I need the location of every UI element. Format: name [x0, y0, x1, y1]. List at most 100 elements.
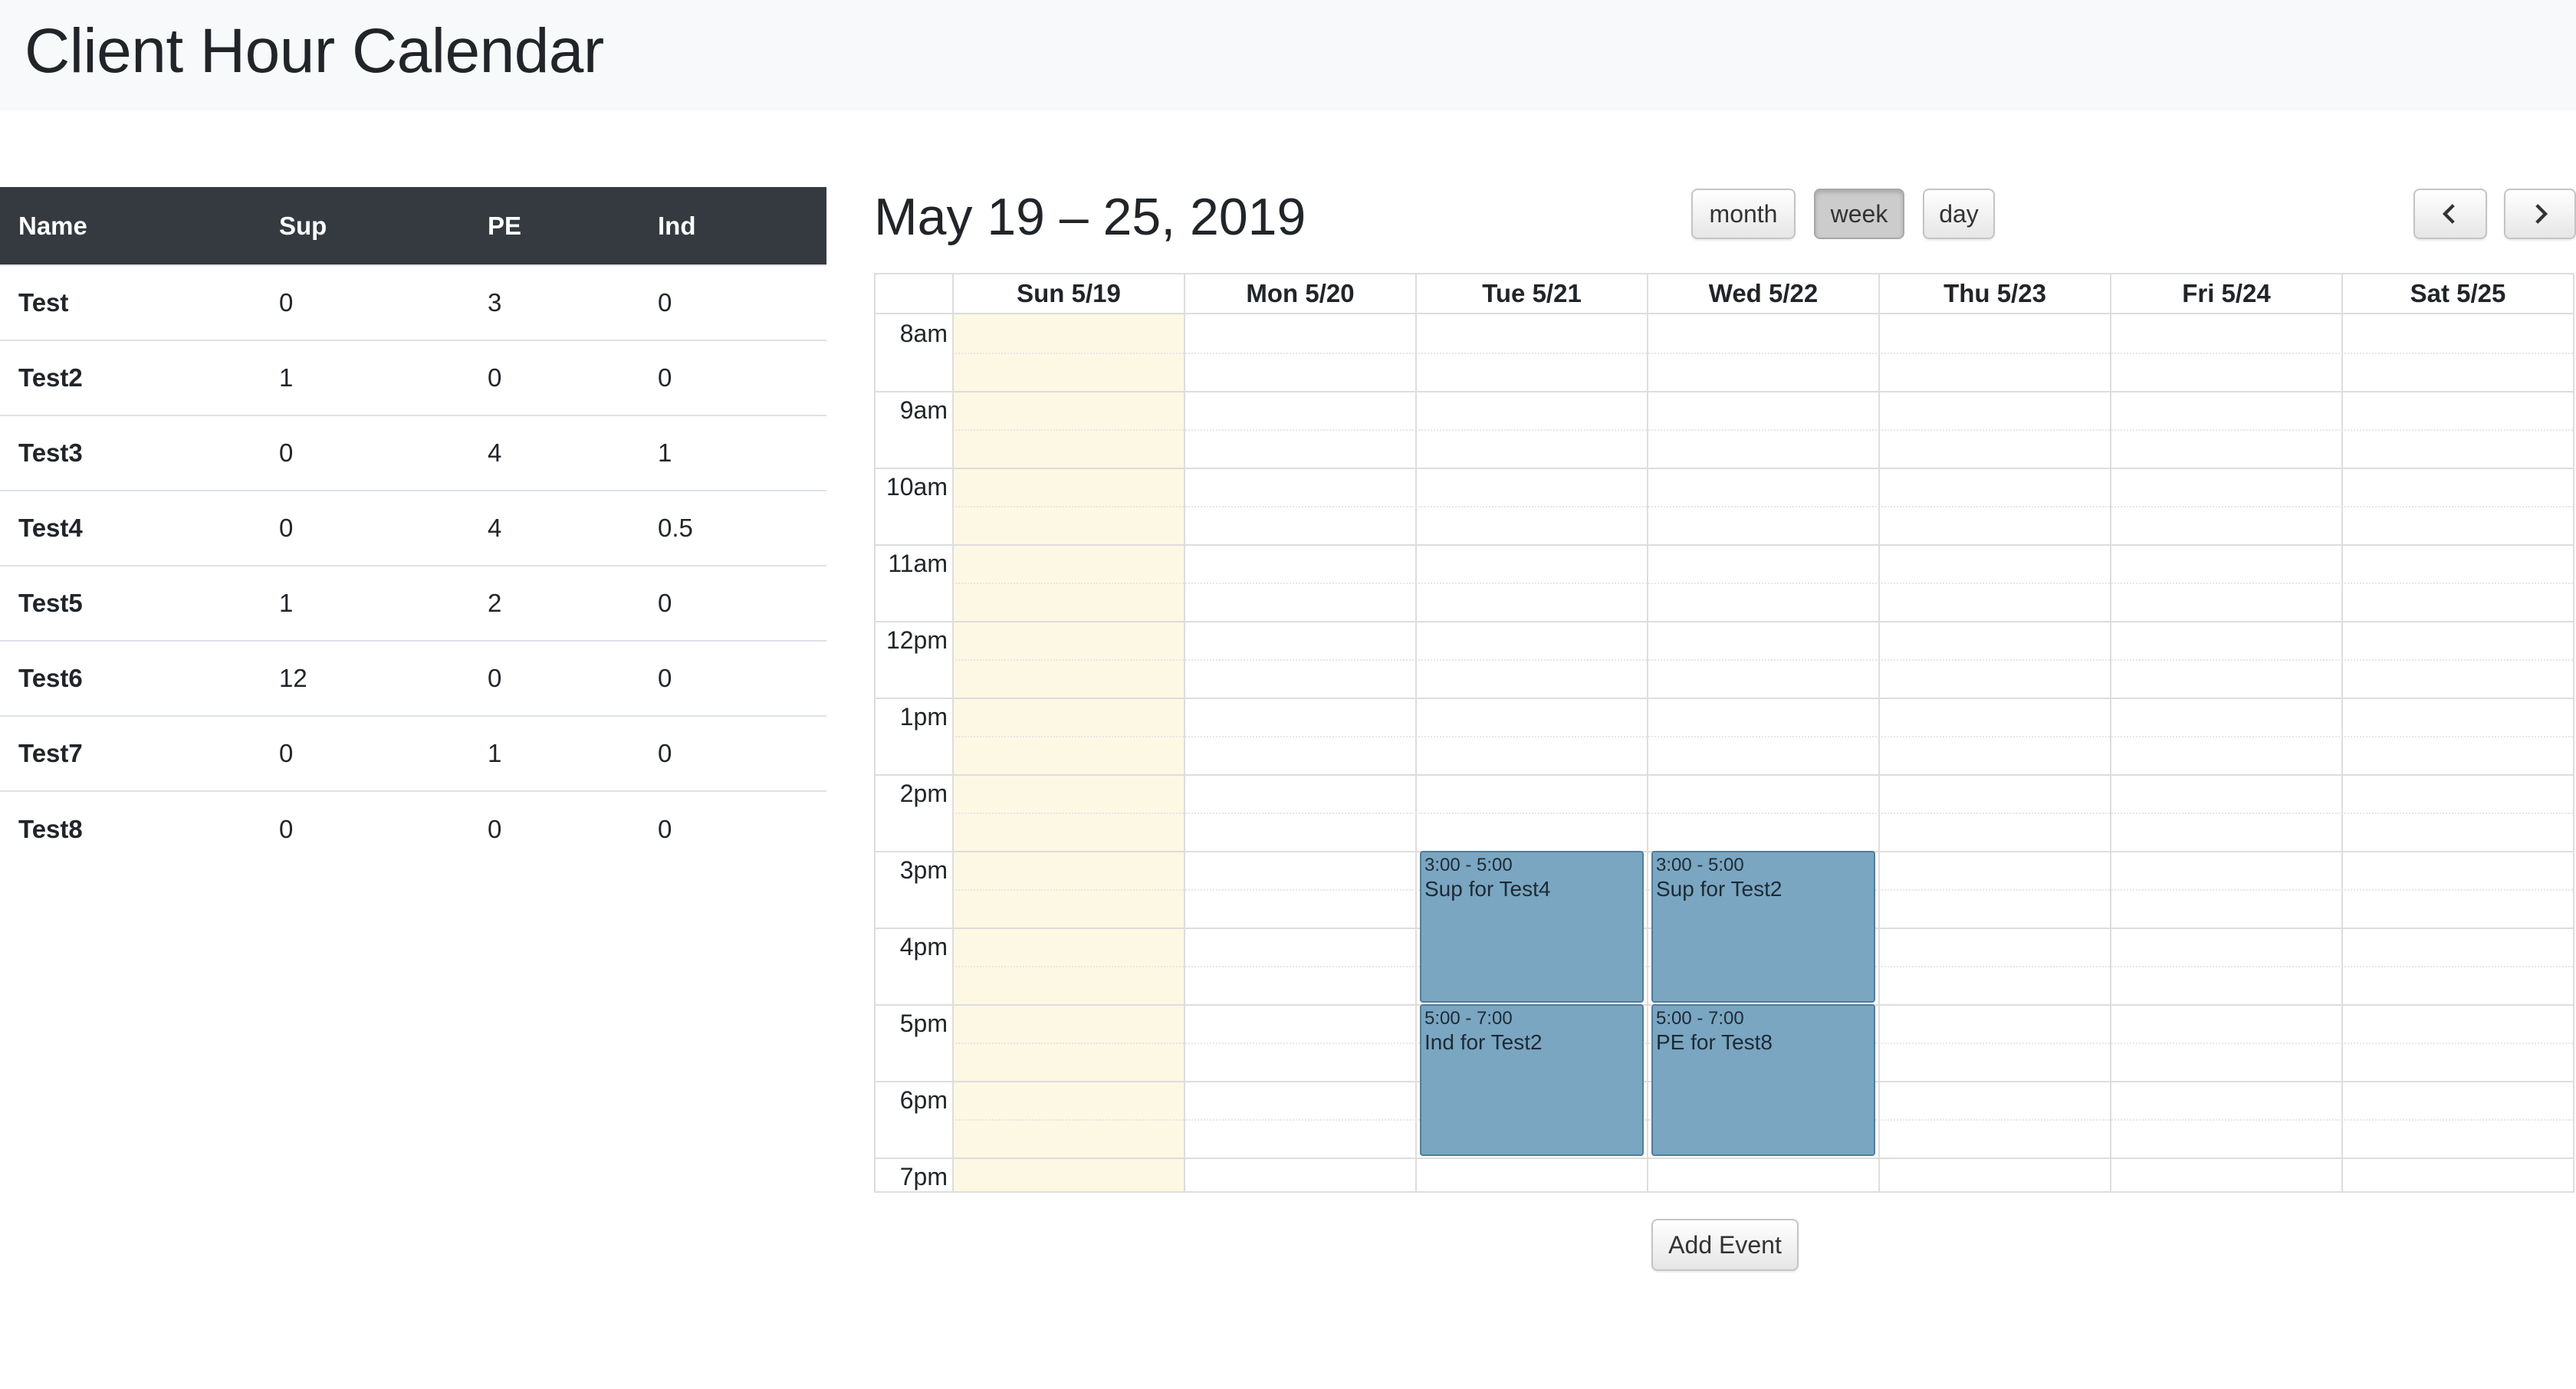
time-slot-label: 5pm [899, 1010, 948, 1037]
table-row: Test4 0 4 0.5 [0, 490, 826, 566]
cell-name: Test4 [0, 490, 261, 566]
cell-sup: 12 [261, 640, 469, 716]
calendar-event[interactable]: 5:00 - 7:00 Ind for Test2 [1420, 1004, 1644, 1156]
event-time: 5:00 - 7:00 [1656, 1008, 1744, 1029]
cell-sup: 0 [261, 790, 469, 866]
event-time: 3:00 - 5:00 [1656, 855, 1744, 875]
event-time: 3:00 - 5:00 [1424, 855, 1513, 875]
chevron-left-icon [2442, 204, 2455, 224]
event-time: 5:00 - 7:00 [1424, 1008, 1513, 1029]
day-header: Mon 5/20 [1184, 274, 1415, 313]
month-view-button[interactable]: month [1691, 189, 1796, 239]
cell-ind: 0 [639, 790, 826, 866]
next-week-button[interactable] [2504, 189, 2576, 239]
column-header-pe: PE [488, 211, 522, 240]
day-column-divider [1415, 314, 1417, 1191]
cell-ind: 0 [639, 565, 826, 641]
day-column-divider [952, 314, 954, 1191]
event-title: Sup for Test2 [1656, 877, 1783, 901]
cell-name: Test5 [0, 565, 261, 641]
day-header: Sat 5/25 [2341, 274, 2573, 313]
day-column-divider [2341, 314, 2343, 1191]
day-view-button[interactable]: day [1923, 189, 1995, 239]
table-header-row: Name Sup PE Ind [0, 187, 826, 265]
time-slot-label: 7pm [899, 1163, 948, 1190]
event-title: Sup for Test4 [1424, 877, 1551, 901]
hour-gridline [876, 774, 2573, 776]
cell-name: Test3 [0, 415, 261, 491]
today-column-highlight [952, 314, 1184, 1191]
day-header: Tue 5/21 [1415, 274, 1647, 313]
cell-pe: 2 [469, 565, 639, 641]
page-title: Client Hour Calendar [25, 16, 604, 86]
column-header-name: Name [18, 211, 87, 240]
half-hour-gridline [952, 429, 2573, 431]
table-row: Test 0 3 0 [0, 264, 826, 340]
cell-name: Test6 [0, 640, 261, 716]
cell-ind: 0 [639, 340, 826, 415]
day-header: Sun 5/19 [952, 274, 1184, 313]
cell-sup: 0 [261, 490, 469, 566]
week-view-button[interactable]: week [1814, 189, 1904, 239]
half-hour-gridline [952, 659, 2573, 661]
time-slot-label: 4pm [899, 933, 948, 960]
hour-gridline [876, 468, 2573, 469]
calendar-day-headers: Sun 5/19 Mon 5/20 Tue 5/21 Wed 5/22 Thu 5/23… [876, 274, 2573, 314]
time-slot-label: 6pm [899, 1086, 948, 1114]
time-slot-label: 11am [888, 550, 948, 577]
cell-ind: 0.5 [639, 490, 826, 566]
time-slot-label: 1pm [899, 703, 948, 731]
hour-gridline [876, 698, 2573, 699]
cell-sup: 1 [261, 340, 469, 415]
cell-ind: 0 [639, 715, 826, 791]
day-column-divider [1878, 314, 1880, 1191]
calendar-event[interactable]: 3:00 - 5:00 Sup for Test4 [1420, 851, 1644, 1003]
time-slot-label: 8am [899, 320, 948, 347]
event-title: Ind for Test2 [1424, 1030, 1543, 1054]
day-header: Fri 5/24 [2110, 274, 2341, 313]
chevron-right-icon [2535, 204, 2548, 224]
table-row: Test3 0 4 1 [0, 415, 826, 491]
cell-sup: 0 [261, 415, 469, 491]
event-title: PE for Test8 [1656, 1030, 1773, 1054]
cell-pe: 0 [469, 640, 639, 716]
table-row: Test6 12 0 0 [0, 640, 826, 716]
time-slot-label: 3pm [899, 856, 948, 884]
day-column-divider [2110, 314, 2111, 1191]
hour-gridline [876, 391, 2573, 392]
client-hours-table: Name Sup PE Ind Test 0 3 0 Test2 1 0 0 Test3 0 4 1 T… [0, 187, 826, 866]
cell-ind: 0 [639, 264, 826, 340]
day-column-divider [1184, 314, 1185, 1191]
table-row: Test7 0 1 0 [0, 715, 826, 791]
cell-pe: 0 [469, 790, 639, 866]
time-slot-label: 10am [886, 473, 948, 501]
cell-sup: 0 [261, 264, 469, 340]
calendar-range-title: May 19 – 25, 2019 [874, 188, 1306, 246]
day-header: Wed 5/22 [1647, 274, 1878, 313]
half-hour-gridline [952, 506, 2573, 507]
hour-gridline [876, 544, 2573, 546]
add-event-button[interactable]: Add Event [1651, 1219, 1799, 1271]
column-header-sup: Sup [279, 211, 327, 240]
day-column-divider [1647, 314, 1648, 1191]
day-header: Thu 5/23 [1878, 274, 2110, 313]
calendar-event[interactable]: 3:00 - 5:00 Sup for Test2 [1651, 851, 1875, 1003]
calendar-time-grid[interactable]: 8am 9am 10am 11am 12pm 1pm 2pm 3pm 4pm 5pm 6pm 7pm 3… [876, 314, 2573, 1191]
cell-pe: 0 [469, 340, 639, 415]
table-row: Test8 0 0 0 [0, 790, 826, 866]
half-hour-gridline [952, 353, 2573, 354]
prev-week-button[interactable] [2413, 189, 2487, 239]
time-slot-label: 12pm [886, 626, 948, 654]
table-row: Test5 1 2 0 [0, 565, 826, 641]
cell-name: Test2 [0, 340, 261, 415]
half-hour-gridline [952, 736, 2573, 737]
half-hour-gridline [952, 813, 2573, 814]
hour-gridline [876, 1158, 2573, 1159]
cell-pe: 4 [469, 415, 639, 491]
calendar-event[interactable]: 5:00 - 7:00 PE for Test8 [1651, 1004, 1875, 1156]
cell-ind: 0 [639, 640, 826, 716]
week-calendar: Sun 5/19 Mon 5/20 Tue 5/21 Wed 5/22 Thu 5/23… [874, 273, 2574, 1193]
cell-sup: 1 [261, 565, 469, 641]
column-header-ind: Ind [658, 211, 696, 240]
cell-name: Test7 [0, 715, 261, 791]
